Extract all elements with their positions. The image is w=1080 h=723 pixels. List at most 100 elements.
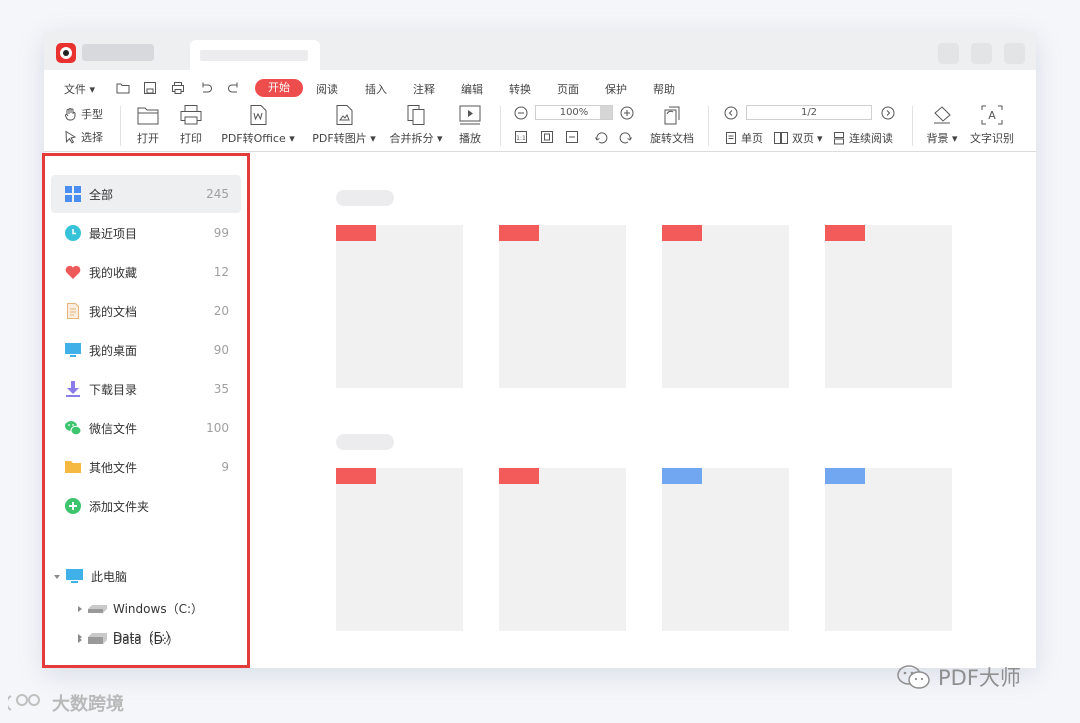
tree-drive-e[interactable]: Data（E:） (78, 628, 177, 645)
sidebar-item-favorites[interactable]: 我的收藏 12 (51, 253, 241, 291)
menu-annotate[interactable]: 注释 (413, 81, 435, 97)
printer-icon (180, 105, 202, 125)
actual-size-icon[interactable]: 1:1 (514, 130, 528, 144)
file-card[interactable] (662, 225, 789, 388)
double-page-button[interactable]: 双页 ▾ (773, 130, 823, 146)
document-tab[interactable] (190, 40, 320, 72)
hand-icon (65, 108, 76, 121)
sidebar-item-count: 100 (206, 421, 229, 435)
background-button[interactable]: 背景 ▾ (922, 104, 962, 146)
app-window: 文件 ▾ 开始 阅读 插入 注释 编辑 转换 页面 保护 帮助 手型 选择 打开 (44, 32, 1036, 668)
sidebar-item-desktop[interactable]: 我的桌面 90 (51, 331, 241, 369)
background-label: 背景 (926, 132, 949, 145)
tree-drive-c[interactable]: Windows（C:） (78, 600, 203, 617)
redo-icon[interactable] (227, 81, 241, 95)
file-type-tag (336, 225, 376, 241)
tree-this-pc-label: 此电脑 (91, 570, 128, 584)
maximize-button[interactable] (971, 43, 992, 64)
continuous-reading-button[interactable]: 连续阅读 (832, 130, 893, 146)
rotate-document-button[interactable]: 旋转文档 (646, 104, 698, 146)
file-card[interactable] (499, 468, 626, 631)
section-header-placeholder (336, 190, 394, 206)
menu-help[interactable]: 帮助 (653, 81, 675, 97)
sidebar-item-wechat[interactable]: 微信文件 100 (51, 409, 241, 447)
select-tool[interactable]: 选择 (64, 129, 103, 145)
watermark-big-data-text: 大数跨境 (52, 694, 124, 715)
zoom-out-icon[interactable] (514, 106, 528, 120)
cursor-icon (65, 130, 77, 144)
rotate-left-icon[interactable] (594, 130, 608, 144)
add-folder-button[interactable]: 添加文件夹 (51, 487, 241, 525)
next-page-icon[interactable] (881, 106, 895, 120)
menu-edit[interactable]: 编辑 (461, 81, 483, 97)
pdf-to-office-button[interactable]: PDF转Office ▾ (218, 104, 298, 146)
sidebar-item-count: 35 (213, 382, 229, 396)
heart-icon (65, 264, 81, 280)
brand-logo-icon (8, 694, 40, 711)
fit-width-icon[interactable] (565, 130, 579, 144)
play-button[interactable]: 播放 (454, 104, 486, 146)
menu-convert[interactable]: 转换 (509, 81, 531, 97)
svg-text:A: A (988, 109, 996, 122)
fit-page-icon[interactable] (540, 130, 554, 144)
file-card[interactable] (336, 225, 463, 388)
chevron-down-icon: ▾ (817, 131, 823, 145)
hand-tool[interactable]: 手型 (64, 106, 103, 122)
continuous-reading-label: 连续阅读 (849, 132, 893, 145)
file-card[interactable] (825, 225, 952, 388)
zoom-in-icon[interactable] (620, 106, 634, 120)
merge-split-button[interactable]: 合并拆分 ▾ (388, 104, 444, 146)
close-button[interactable] (1004, 43, 1025, 64)
save-icon[interactable] (143, 81, 157, 95)
file-card[interactable] (499, 225, 626, 388)
folder-open-icon[interactable] (116, 81, 130, 95)
rotate-document-label: 旋转文档 (650, 132, 694, 145)
menu-start-tab[interactable]: 开始 (255, 79, 303, 97)
file-type-tag (499, 225, 539, 241)
folder-icon (65, 459, 81, 475)
sidebar-item-recent[interactable]: 最近项目 99 (51, 214, 241, 252)
menu-protect[interactable]: 保护 (605, 81, 627, 97)
continuous-page-icon (834, 132, 844, 145)
file-type-tag (662, 225, 702, 241)
file-type-tag (336, 468, 376, 484)
select-tool-label: 选择 (81, 131, 103, 144)
pdf-to-image-button[interactable]: PDF转图片 ▾ (308, 104, 380, 146)
chevron-right-icon (78, 633, 82, 640)
tree-drive-label: Windows（C:） (113, 602, 203, 616)
document-icon (65, 303, 81, 319)
file-card[interactable] (336, 468, 463, 631)
print-icon[interactable] (171, 81, 185, 95)
menu-read[interactable]: 阅读 (316, 81, 338, 97)
rotate-document-icon (664, 106, 680, 125)
rotate-right-icon[interactable] (619, 130, 633, 144)
sidebar-item-count: 9 (221, 460, 229, 474)
play-icon (459, 105, 481, 125)
undo-icon[interactable] (199, 81, 213, 95)
menu-insert[interactable]: 插入 (365, 81, 387, 97)
menu-page[interactable]: 页面 (557, 81, 579, 97)
sidebar-item-other-files[interactable]: 其他文件 9 (51, 448, 241, 486)
menu-file-label: 文件 (64, 83, 86, 96)
minimize-button[interactable] (938, 43, 959, 64)
section-header-placeholder (336, 434, 394, 450)
zoom-select[interactable]: 100% (535, 105, 613, 120)
tree-this-pc[interactable]: 此电脑 (54, 568, 127, 585)
previous-page-icon[interactable] (724, 106, 738, 120)
sidebar-item-downloads[interactable]: 下载目录 35 (51, 370, 241, 408)
sidebar-item-documents[interactable]: 我的文档 20 (51, 292, 241, 330)
zoom-value: 100% (559, 107, 589, 118)
add-folder-label: 添加文件夹 (89, 499, 150, 514)
open-button[interactable]: 打开 (132, 104, 164, 146)
single-page-button[interactable]: 单页 (724, 130, 763, 146)
print-button[interactable]: 打印 (175, 104, 207, 146)
file-card[interactable] (825, 468, 952, 631)
file-card[interactable] (662, 468, 789, 631)
computer-icon (66, 569, 83, 583)
sidebar-item-all[interactable]: 全部 245 (51, 175, 241, 213)
ocr-button[interactable]: A 文字识别 (968, 104, 1016, 146)
toolbar-divider (120, 106, 121, 146)
menu-file[interactable]: 文件 ▾ (64, 81, 95, 97)
page-number-input[interactable]: 1/2 (746, 105, 872, 120)
double-page-label: 双页 (792, 132, 814, 145)
